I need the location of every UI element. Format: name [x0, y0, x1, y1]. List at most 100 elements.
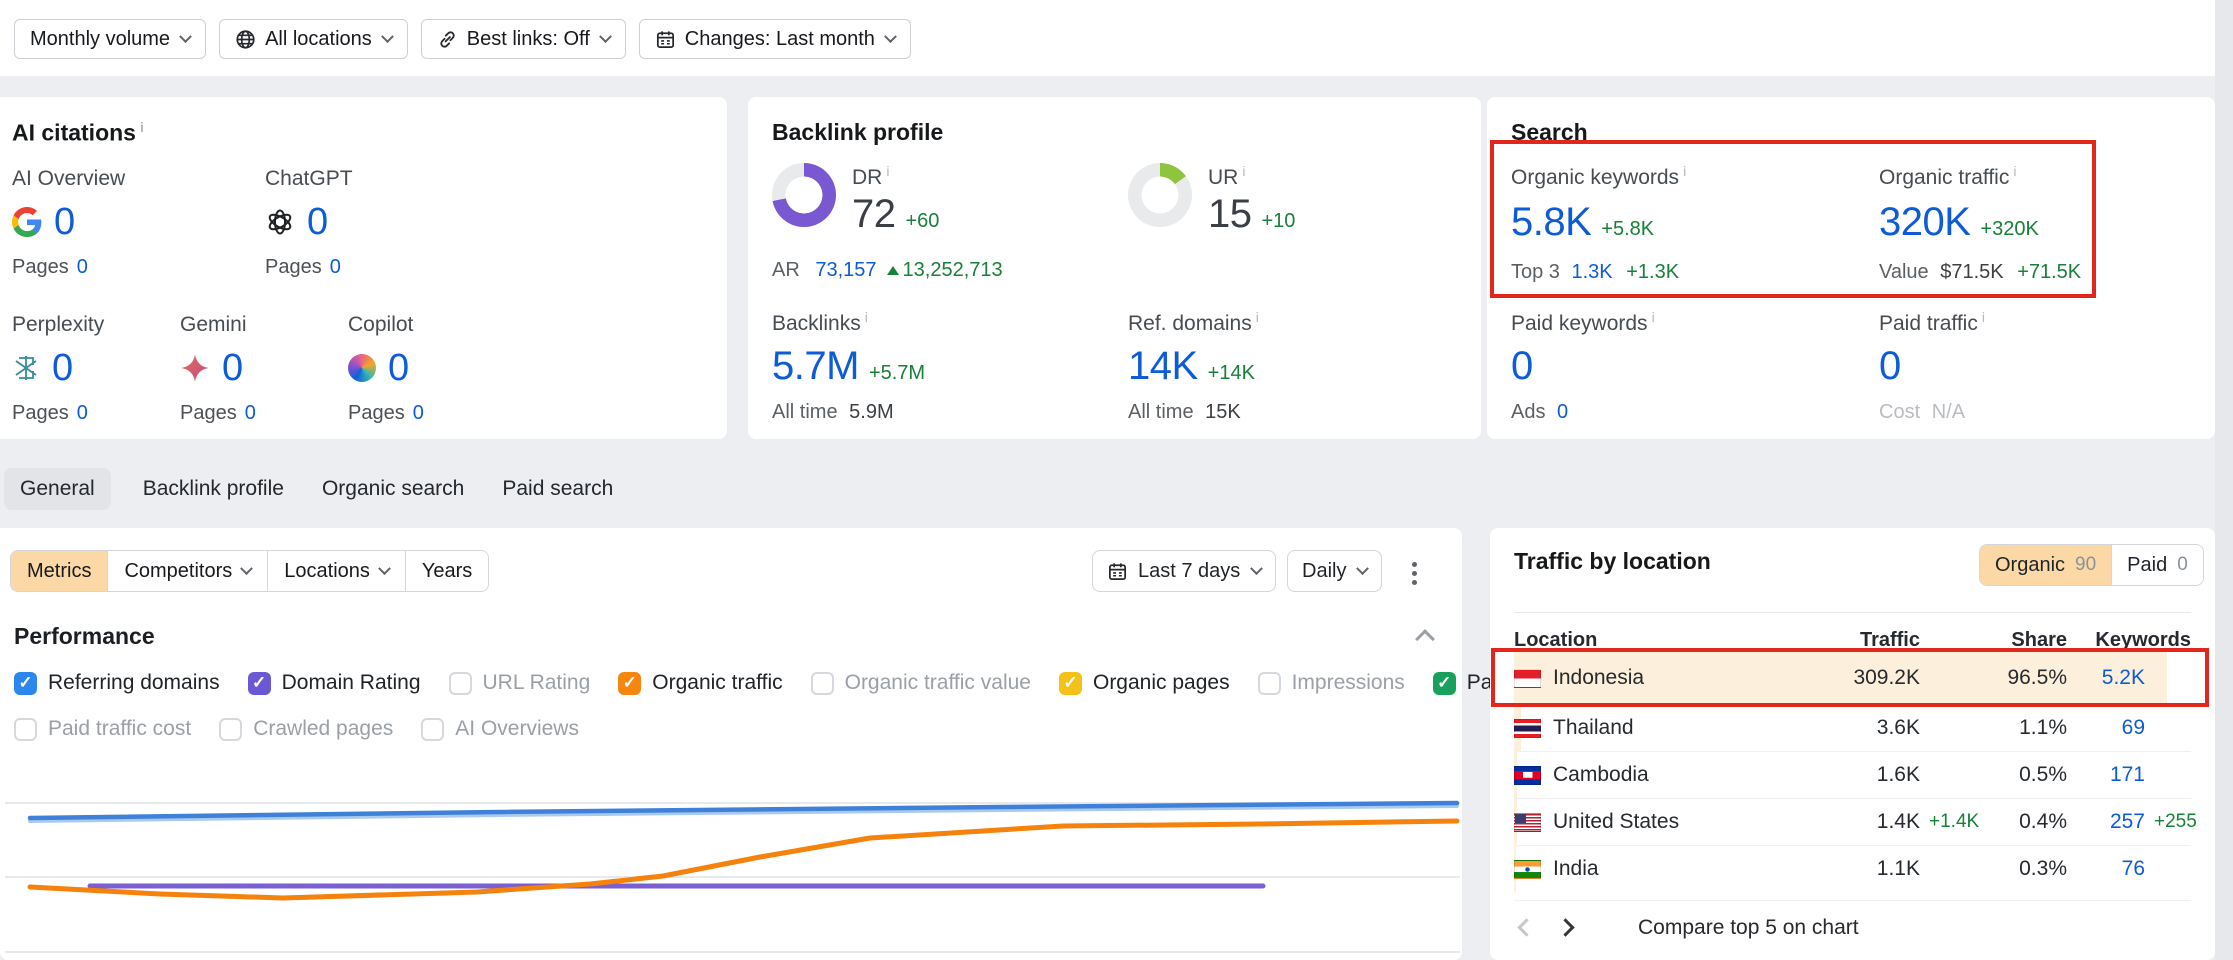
pages-value-link[interactable]: 0 — [413, 402, 424, 424]
ref-domains-value-link[interactable]: 14K — [1128, 344, 1198, 388]
engine-value-link[interactable]: 0 — [388, 347, 409, 390]
best-links-dropdown[interactable]: Best links: Off — [421, 19, 626, 59]
performance-panel: Metrics Competitors Locations Years Last… — [0, 528, 1462, 960]
share-value: 1.1% — [1995, 716, 2067, 740]
organic-paid-toggle: Organic 90 Paid 0 — [1979, 544, 2204, 586]
info-icon[interactable]: i — [1242, 163, 1245, 179]
keywords-link[interactable]: 69 — [2067, 716, 2145, 740]
paid-traffic-value-link[interactable]: 0 — [1879, 344, 1901, 388]
next-page-chevron-icon[interactable] — [1556, 918, 1574, 936]
pages-value-link[interactable]: 0 — [77, 402, 88, 424]
organic-keywords-delta: +5.8K — [1601, 218, 1654, 240]
pages-value-link[interactable]: 0 — [245, 402, 256, 424]
checkbox-url-rating[interactable]: URL Rating — [449, 671, 591, 695]
checkbox-organic-traffic-value[interactable]: Organic traffic value — [811, 671, 1031, 695]
checkbox-domain-rating[interactable]: Domain Rating — [248, 671, 421, 695]
table-row-united-states[interactable]: United States 1.4K +1.4K 0.4% 257 +255 — [1514, 798, 2191, 845]
engine-value-link[interactable]: 0 — [307, 201, 328, 244]
ai-engine-gemini: Gemini 0 Pages0 — [180, 313, 340, 425]
engine-value-link[interactable]: 0 — [222, 347, 243, 390]
backlinks-value-link[interactable]: 5.7M — [772, 344, 859, 388]
segment-years[interactable]: Years — [405, 551, 488, 591]
pages-label: Pages — [348, 402, 405, 424]
pages-value-link[interactable]: 0 — [330, 256, 341, 278]
date-range-dropdown[interactable]: Last 7 days — [1092, 550, 1276, 592]
keywords-link[interactable]: 257 — [2067, 810, 2145, 834]
col-location: Location — [1514, 629, 1765, 652]
traffic-value-delta: +71.5K — [2017, 261, 2081, 283]
tab-organic-search[interactable]: Organic search — [316, 468, 470, 510]
info-icon[interactable]: i — [865, 309, 868, 325]
table-row-thailand[interactable]: Thailand 3.6K 1.1% 69 — [1514, 704, 2191, 751]
checkbox-icon — [14, 718, 37, 741]
checkbox-referring-domains[interactable]: Referring domains — [14, 671, 220, 695]
checkbox-impressions[interactable]: Impressions — [1258, 671, 1405, 695]
ar-delta: 13,252,713 — [903, 259, 1003, 281]
date-range-label: Last 7 days — [1138, 560, 1240, 583]
engine-value-link[interactable]: 0 — [52, 347, 73, 390]
tab-backlink-profile[interactable]: Backlink profile — [137, 468, 290, 510]
table-row-cambodia[interactable]: Cambodia 1.6K 0.5% 171 — [1514, 751, 2191, 798]
granularity-dropdown[interactable]: Daily — [1287, 550, 1382, 592]
chevron-down-icon — [1250, 562, 1263, 575]
engine-value-link[interactable]: 0 — [54, 201, 75, 244]
tab-paid-search[interactable]: Paid search — [496, 468, 619, 510]
checkbox-organic-traffic[interactable]: Organic traffic — [618, 671, 782, 695]
info-icon[interactable]: i — [1683, 163, 1686, 179]
table-row-indonesia[interactable]: Indonesia 309.2K 96.5% 5.2K — [1514, 652, 2191, 704]
segment-metrics[interactable]: Metrics — [11, 551, 107, 591]
pages-label: Pages — [180, 402, 237, 424]
collapse-chevron-up-icon[interactable] — [1415, 629, 1435, 649]
compare-top5-link[interactable]: Compare top 5 on chart — [1638, 916, 1859, 940]
table-row-india[interactable]: India 1.1K 0.3% 76 — [1514, 845, 2191, 892]
chevron-down-icon — [599, 30, 612, 43]
monthly-volume-label: Monthly volume — [30, 28, 170, 51]
pages-value-link[interactable]: 0 — [77, 256, 88, 278]
organic-traffic-value-link[interactable]: 320K — [1879, 200, 1970, 244]
traffic-value: 309.2K — [1765, 666, 1920, 690]
info-icon[interactable]: i — [1256, 309, 1259, 325]
info-icon[interactable]: i — [886, 163, 889, 179]
toggle-paid[interactable]: Paid 0 — [2111, 545, 2203, 585]
ref-domains-alltime-value: 15K — [1205, 401, 1241, 423]
more-options-kebab[interactable] — [1408, 558, 1421, 589]
checkbox-crawled-pages[interactable]: Crawled pages — [219, 717, 393, 741]
checkbox-icon — [811, 672, 834, 695]
changes-label: Changes: Last month — [685, 28, 875, 51]
checkbox-ai-overviews[interactable]: AI Overviews — [421, 717, 579, 741]
info-icon[interactable]: i — [140, 119, 144, 135]
info-icon[interactable]: i — [1652, 309, 1655, 325]
organic-keywords-value-link[interactable]: 5.8K — [1511, 200, 1591, 244]
up-triangle-icon — [887, 266, 899, 275]
paid-keywords-value-link[interactable]: 0 — [1511, 344, 1533, 388]
checkbox-paid-traffic-cost[interactable]: Paid traffic cost — [14, 717, 191, 741]
keywords-link[interactable]: 5.2K — [2067, 666, 2145, 690]
scrollbar-gutter[interactable] — [2215, 0, 2233, 960]
value-label: Value — [1879, 261, 1929, 283]
keywords-link[interactable]: 76 — [2067, 857, 2145, 881]
segment-competitors[interactable]: Competitors — [107, 551, 267, 591]
traffic-value: 1.4K — [1765, 810, 1920, 834]
cost-label: Cost — [1879, 401, 1920, 423]
top3-value-link[interactable]: 1.3K — [1572, 261, 1613, 283]
performance-title: Performance — [14, 623, 155, 650]
keywords-link[interactable]: 171 — [2067, 763, 2145, 787]
pages-label: Pages — [12, 402, 69, 424]
backlinks-label: Backlinks — [772, 312, 861, 335]
dr-delta: +60 — [906, 210, 940, 232]
ar-value-link[interactable]: 73,157 — [815, 259, 876, 281]
monthly-volume-dropdown[interactable]: Monthly volume — [14, 19, 206, 59]
ads-value-link[interactable]: 0 — [1557, 401, 1568, 423]
indonesia-flag-icon — [1514, 669, 1541, 688]
tab-general[interactable]: General — [4, 468, 111, 510]
info-icon[interactable]: i — [2013, 163, 2016, 179]
segment-locations[interactable]: Locations — [267, 551, 405, 591]
all-locations-dropdown[interactable]: All locations — [219, 19, 408, 59]
domain-rating-block: DRi 72+60 — [772, 163, 939, 237]
calendar-icon — [655, 29, 676, 50]
info-icon[interactable]: i — [1982, 309, 1985, 325]
checkbox-organic-pages[interactable]: Organic pages — [1059, 671, 1230, 695]
toggle-organic[interactable]: Organic 90 — [1980, 545, 2111, 585]
changes-dropdown[interactable]: Changes: Last month — [639, 19, 911, 59]
previous-page-chevron-icon[interactable] — [1517, 918, 1535, 936]
